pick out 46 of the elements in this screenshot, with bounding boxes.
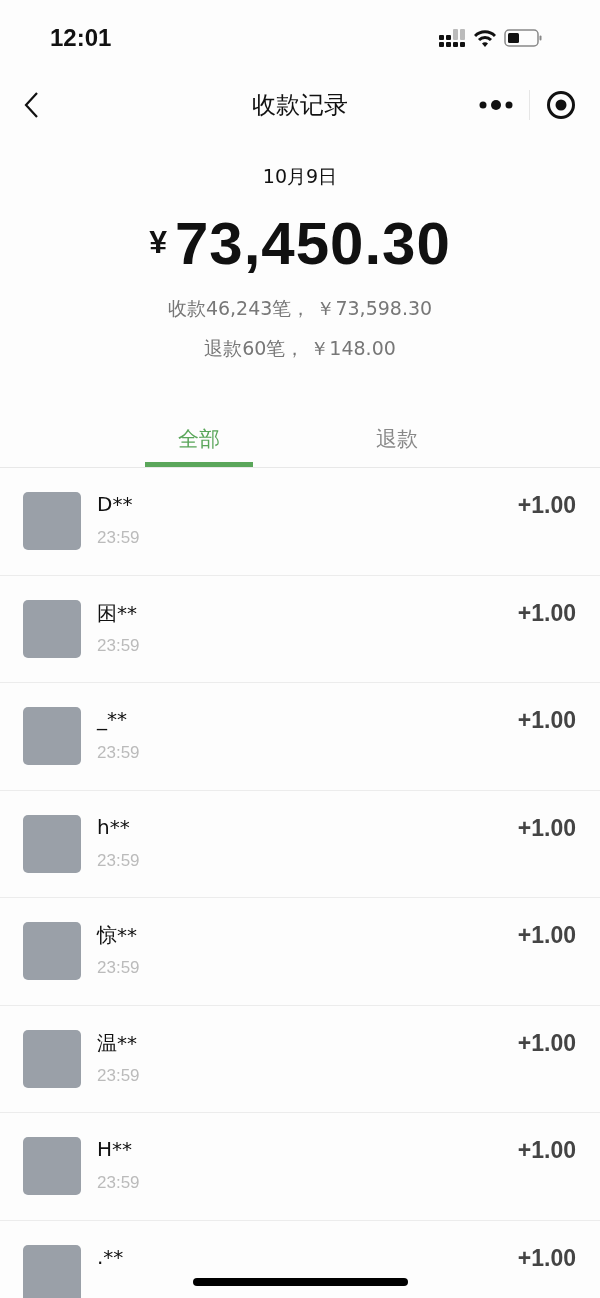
avatar-placeholder [23,492,81,550]
avatar-placeholder [23,922,81,980]
total-amount: 73,450.30 [174,210,451,278]
avatar-placeholder [23,814,81,873]
payment-amount: +1.00 [517,599,576,627]
payer-name: .** [97,1244,125,1271]
payment-amount: +1.00 [517,814,576,842]
avatar-placeholder [23,707,81,765]
payment-time: 23:59 [97,635,141,656]
page-title: 收款记录 [251,90,349,121]
avatar-placeholder [23,1029,81,1088]
tab[interactable]: 全部 [145,416,253,467]
summary-line: 收款46,243笔， ￥73,598.30 [167,296,433,321]
payment-time: 23:59 [97,528,141,548]
battery-icon [504,29,542,47]
payment-amount: +1.00 [517,492,576,519]
avatar-placeholder [23,599,81,658]
status-time: 12:01 [50,24,112,52]
avatar-placeholder [23,1244,81,1298]
tab[interactable]: 退款 [343,416,451,467]
summary-line: 退款60笔， ￥148.00 [204,336,396,361]
currency-symbol: ¥ [149,224,167,261]
payer-name: h** [97,814,131,841]
payer-name: 温** [97,1029,138,1057]
payment-amount: +1.00 [517,1244,576,1272]
payment-time: 23:59 [97,958,141,978]
back-icon [23,91,39,119]
payment-amount: +1.00 [517,922,576,949]
more-icon [479,100,513,110]
avatar-placeholder [23,1137,81,1195]
payment-time: 23:59 [97,743,141,763]
payer-name: 困** [97,599,138,627]
signal-icon [439,29,466,47]
circle-dot-icon [546,90,576,120]
payer-name: _** [97,707,128,733]
payment-amount: +1.00 [517,707,576,734]
payer-name: 惊** [97,922,138,949]
payment-amount: +1.00 [517,1137,576,1164]
payment-time: 23:59 [97,1065,141,1086]
payment-time: 23:59 [97,1173,141,1193]
date-label: 10月9日 [262,164,338,189]
payer-name: D** [97,492,134,518]
wifi-icon [474,29,496,47]
payment-amount: +1.00 [517,1029,576,1057]
payment-time: 23:59 [97,850,141,871]
payer-name: H** [97,1137,134,1163]
